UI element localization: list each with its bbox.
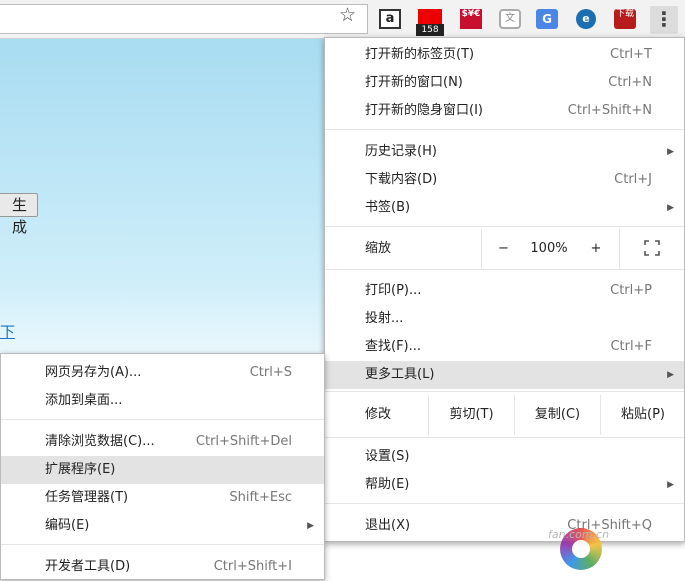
translate-icon[interactable]: G: [536, 9, 558, 29]
zoom-label: 缩放: [365, 241, 392, 256]
red-flag-icon[interactable]: [418, 9, 442, 24]
menu-item-shortcut: Ctrl+T: [610, 47, 652, 62]
menu-item-shortcut: Ctrl+Shift+Del: [195, 434, 292, 449]
menu-item-settings[interactable]: 设置(S): [325, 443, 684, 471]
menu-item-bookmarks[interactable]: 书签(B) ▶: [325, 194, 684, 222]
menu-item-label: 更多工具(L): [365, 367, 435, 382]
zoom-out-button[interactable]: −: [481, 229, 525, 269]
menu-item-label: 任务管理器(T): [45, 490, 129, 505]
menu-item-label: 帮助(E): [365, 477, 410, 492]
menu-item-label: 书签(B): [365, 200, 411, 215]
menu-item-label: 清除浏览数据(C)...: [45, 434, 155, 449]
menu-item-label: 添加到桌面...: [45, 393, 123, 408]
e-icon[interactable]: e: [576, 9, 596, 29]
chrome-main-menu: 打开新的标签页(T) Ctrl+T 打开新的窗口(N) Ctrl+N 打开新的隐…: [324, 37, 685, 542]
menu-separator: [1, 544, 324, 545]
menu-item-exit[interactable]: 退出(X) Ctrl+Shift+Q: [325, 512, 684, 540]
more-tools-submenu: 网页另存为(A)... Ctrl+S 添加到桌面... 清除浏览数据(C)...…: [0, 353, 325, 580]
edit-row: 修改 剪切(T) 复制(C) 粘贴(P): [325, 395, 684, 435]
menu-item-label: 打开新的隐身窗口(I): [365, 103, 483, 118]
address-bar[interactable]: [0, 4, 368, 34]
menu-item-label: 下载内容(D): [365, 172, 438, 187]
menu-separator: [325, 226, 684, 227]
chevron-right-icon: ▶: [667, 147, 674, 157]
submenu-item-encoding[interactable]: 编码(E) ▶: [1, 512, 324, 540]
menu-item-label: 开发者工具(D): [45, 559, 131, 574]
submenu-item-save-as[interactable]: 网页另存为(A)... Ctrl+S: [1, 359, 324, 387]
currency-exchange-icon[interactable]: $¥€: [460, 9, 482, 29]
menu-item-incognito[interactable]: 打开新的隐身窗口(I) Ctrl+Shift+N: [325, 97, 684, 125]
menu-item-downloads[interactable]: 下载内容(D) Ctrl+J: [325, 166, 684, 194]
submenu-item-extensions[interactable]: 扩展程序(E): [1, 456, 324, 484]
watermark-text: fan.com.cn: [548, 528, 610, 541]
fullscreen-icon: [644, 240, 660, 256]
browser-toolbar: ☆ a 158 $¥€ 文 G e 下载 ⋮: [0, 0, 685, 39]
shield-icon[interactable]: 文: [499, 9, 521, 29]
star-icon[interactable]: ☆: [339, 5, 356, 25]
chevron-right-icon: ▶: [667, 370, 674, 380]
menu-item-label: 网页另存为(A)...: [45, 365, 142, 380]
menu-item-new-tab[interactable]: 打开新的标签页(T) Ctrl+T: [325, 41, 684, 69]
menu-item-label: 打开新的标签页(T): [365, 47, 475, 62]
menu-separator: [325, 129, 684, 130]
menu-separator: [325, 503, 684, 504]
menu-item-shortcut: Ctrl+N: [608, 75, 652, 90]
extension-badge: 158: [416, 24, 444, 36]
menu-item-shortcut: Ctrl+S: [249, 365, 292, 380]
menu-separator: [1, 419, 324, 420]
chevron-right-icon: ▶: [667, 480, 674, 490]
menu-item-label: 查找(F)...: [365, 339, 422, 354]
menu-item-history[interactable]: 历史记录(H) ▶: [325, 138, 684, 166]
chrome-menu-button[interactable]: ⋮: [650, 6, 678, 34]
menu-item-more-tools[interactable]: 更多工具(L) ▶: [325, 361, 684, 389]
submenu-item-add-to-desktop[interactable]: 添加到桌面...: [1, 387, 324, 415]
zoom-in-button[interactable]: +: [573, 229, 619, 269]
cut-button[interactable]: 剪切(T): [428, 395, 514, 435]
page-link[interactable]: 下: [0, 321, 15, 342]
zoom-level: 100%: [530, 241, 568, 256]
fullscreen-button[interactable]: [619, 229, 685, 269]
menu-item-label: 扩展程序(E): [45, 462, 116, 477]
submenu-item-clear-data[interactable]: 清除浏览数据(C)... Ctrl+Shift+Del: [1, 428, 324, 456]
menu-item-shortcut: Ctrl+J: [614, 172, 652, 187]
menu-item-shortcut: Ctrl+Shift+I: [213, 559, 292, 574]
menu-item-find[interactable]: 查找(F)... Ctrl+F: [325, 333, 684, 361]
menu-item-shortcut: Ctrl+P: [610, 283, 652, 298]
generate-button[interactable]: 生 成: [0, 193, 38, 236]
menu-item-label: 打开新的窗口(N): [365, 75, 463, 90]
menu-item-label: 打印(P)...: [365, 283, 422, 298]
menu-separator: [325, 391, 684, 392]
menu-item-label: 编码(E): [45, 518, 90, 533]
menu-item-shortcut: Ctrl+Shift+N: [567, 103, 652, 118]
copy-button[interactable]: 复制(C): [514, 395, 600, 435]
submenu-item-task-manager[interactable]: 任务管理器(T) Shift+Esc: [1, 484, 324, 512]
menu-item-shortcut: Shift+Esc: [229, 490, 292, 505]
paste-button[interactable]: 粘贴(P): [600, 395, 685, 435]
menu-item-label: 设置(S): [365, 449, 410, 464]
submenu-item-devtools[interactable]: 开发者工具(D) Ctrl+Shift+I: [1, 553, 324, 581]
menu-separator: [325, 269, 684, 270]
menu-item-shortcut: Ctrl+F: [610, 339, 652, 354]
amazon-icon[interactable]: a: [379, 9, 401, 29]
menu-item-label: 投射...: [365, 311, 404, 326]
chevron-right-icon: ▶: [667, 203, 674, 213]
menu-item-cast[interactable]: 投射...: [325, 305, 684, 333]
tv-download-icon[interactable]: 下载: [614, 9, 636, 29]
menu-item-help[interactable]: 帮助(E) ▶: [325, 471, 684, 499]
menu-item-print[interactable]: 打印(P)... Ctrl+P: [325, 277, 684, 305]
chevron-right-icon: ▶: [307, 521, 314, 531]
menu-separator: [325, 437, 684, 438]
menu-item-label: 退出(X): [365, 518, 411, 533]
zoom-row: 缩放 − 100% +: [325, 229, 684, 269]
menu-item-label: 历史记录(H): [365, 144, 437, 159]
edit-label: 修改: [365, 407, 392, 422]
menu-item-new-window[interactable]: 打开新的窗口(N) Ctrl+N: [325, 69, 684, 97]
